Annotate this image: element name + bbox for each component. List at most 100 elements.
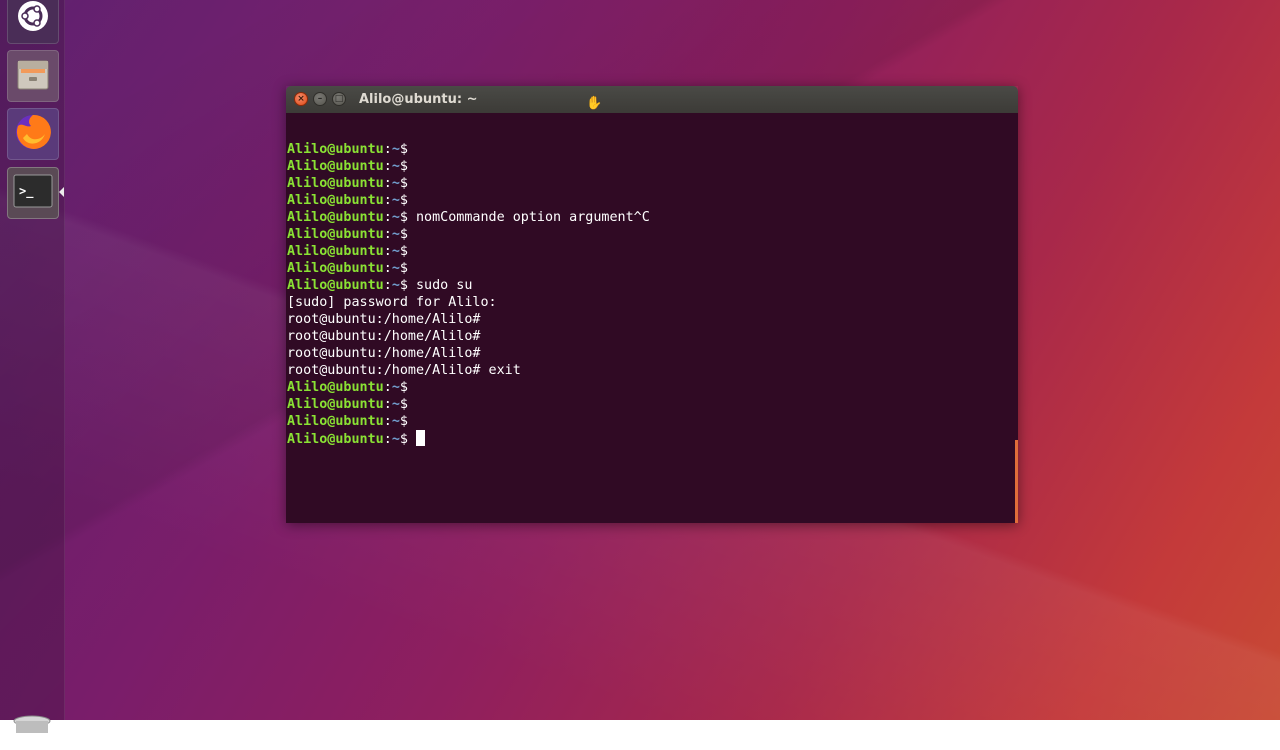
terminal-line: Alilo@ubuntu:~$	[287, 413, 650, 430]
mouse-grab-cursor-icon: ✋	[586, 96, 603, 111]
prompt-path: ~	[391, 397, 400, 412]
prompt-colon: :	[383, 261, 392, 276]
prompt-path: ~	[391, 176, 400, 191]
prompt-user-host: Alilo@ubuntu	[287, 278, 384, 293]
prompt-colon: :	[383, 227, 392, 242]
terminal-line: Alilo@ubuntu:~$	[287, 430, 650, 447]
scroll-indicator[interactable]	[1015, 440, 1018, 523]
terminal-icon: >_	[13, 173, 53, 213]
prompt-dollar: $	[399, 142, 408, 157]
prompt-dollar: $	[399, 210, 408, 225]
prompt-path: ~	[391, 432, 400, 447]
prompt-user-host: Alilo@ubuntu	[287, 380, 384, 395]
window-title: Alilo@ubuntu: ~	[359, 92, 478, 107]
terminal-output[interactable]: Alilo@ubuntu:~$ Alilo@ubuntu:~$ Alilo@ubun…	[286, 113, 1018, 523]
prompt-user-host: Alilo@ubuntu	[287, 142, 384, 157]
prompt-colon: :	[383, 176, 392, 191]
root-prompt: root@ubuntu:/home/Alilo#	[287, 329, 481, 344]
prompt-dollar: $	[399, 261, 408, 276]
prompt-path: ~	[391, 193, 400, 208]
terminal-line: Alilo@ubuntu:~$	[287, 175, 650, 192]
root-prompt: root@ubuntu:/home/Alilo#	[287, 346, 481, 361]
terminal-line: Alilo@ubuntu:~$ nomCommande option argum…	[287, 209, 650, 226]
terminal-line: Alilo@ubuntu:~$	[287, 260, 650, 277]
svg-text:>_: >_	[19, 184, 34, 199]
text-cursor[interactable]	[416, 430, 425, 446]
minimize-icon: –	[317, 94, 323, 104]
prompt-user-host: Alilo@ubuntu	[287, 244, 384, 259]
terminal-line: Alilo@ubuntu:~$	[287, 158, 650, 175]
prompt-user-host: Alilo@ubuntu	[287, 159, 384, 174]
terminal-line: [sudo] password for Alilo:	[287, 294, 650, 311]
prompt-user-host: Alilo@ubuntu	[287, 397, 384, 412]
prompt-path: ~	[391, 244, 400, 259]
terminal-line: Alilo@ubuntu:~$ sudo su	[287, 277, 650, 294]
prompt-path: ~	[391, 159, 400, 174]
prompt-dollar: $	[399, 380, 408, 395]
prompt-dollar: $	[399, 193, 408, 208]
prompt-colon: :	[383, 397, 392, 412]
prompt-path: ~	[391, 227, 400, 242]
prompt-path: ~	[391, 261, 400, 276]
terminal-line: Alilo@ubuntu:~$	[287, 379, 650, 396]
trash-button[interactable]	[7, 700, 57, 750]
prompt-user-host: Alilo@ubuntu	[287, 210, 384, 225]
prompt-path: ~	[391, 210, 400, 225]
firefox-icon	[13, 112, 53, 156]
minimize-button[interactable]: –	[313, 92, 327, 106]
prompt-user-host: Alilo@ubuntu	[287, 414, 384, 429]
terminal-lines: Alilo@ubuntu:~$ Alilo@ubuntu:~$ Alilo@ubun…	[287, 141, 650, 447]
prompt-path: ~	[391, 414, 400, 429]
prompt-path: ~	[391, 278, 400, 293]
prompt-user-host: Alilo@ubuntu	[287, 176, 384, 191]
command-text	[408, 432, 416, 447]
prompt-colon: :	[383, 380, 392, 395]
terminal-line: root@ubuntu:/home/Alilo#	[287, 328, 650, 345]
root-prompt: root@ubuntu:/home/Alilo#	[287, 312, 481, 327]
prompt-path: ~	[391, 380, 400, 395]
prompt-colon: :	[383, 278, 392, 293]
command-text: exit	[480, 363, 521, 378]
prompt-colon: :	[383, 210, 392, 225]
prompt-colon: :	[383, 432, 392, 447]
command-text: sudo su	[407, 278, 473, 293]
close-icon: ×	[297, 94, 305, 104]
ubuntu-dash-icon	[16, 0, 50, 37]
files-button[interactable]	[7, 50, 59, 102]
prompt-user-host: Alilo@ubuntu	[287, 432, 384, 447]
command-text: nomCommande option argument^C	[407, 210, 650, 225]
terminal-line: Alilo@ubuntu:~$	[287, 192, 650, 209]
files-icon	[14, 55, 52, 97]
prompt-dollar: $	[399, 227, 408, 242]
terminal-button[interactable]: >_	[7, 167, 59, 219]
prompt-dollar: $	[399, 414, 408, 429]
window-titlebar[interactable]: × – □ Alilo@ubuntu: ~ ✋	[286, 86, 1018, 113]
prompt-dollar: $	[399, 176, 408, 191]
ubuntu-dash-button[interactable]	[7, 0, 59, 44]
prompt-dollar: $	[399, 244, 408, 259]
prompt-path: ~	[391, 142, 400, 157]
prompt-dollar: $	[399, 432, 408, 447]
prompt-dollar: $	[399, 159, 408, 174]
firefox-button[interactable]	[7, 108, 59, 160]
maximize-button[interactable]: □	[332, 92, 346, 106]
trash-icon	[12, 713, 52, 737]
prompt-colon: :	[383, 244, 392, 259]
terminal-window[interactable]: × – □ Alilo@ubuntu: ~ ✋ Alilo@ubuntu:~$ A…	[286, 86, 1018, 523]
launcher: >_	[0, 0, 65, 733]
close-button[interactable]: ×	[294, 92, 308, 106]
prompt-colon: :	[383, 142, 392, 157]
terminal-line: Alilo@ubuntu:~$	[287, 226, 650, 243]
output-text: [sudo] password for Alilo:	[287, 295, 497, 310]
terminal-line: root@ubuntu:/home/Alilo#	[287, 311, 650, 328]
terminal-line: root@ubuntu:/home/Alilo#	[287, 345, 650, 362]
prompt-user-host: Alilo@ubuntu	[287, 227, 384, 242]
prompt-user-host: Alilo@ubuntu	[287, 261, 384, 276]
prompt-colon: :	[383, 414, 392, 429]
prompt-user-host: Alilo@ubuntu	[287, 193, 384, 208]
prompt-dollar: $	[399, 278, 408, 293]
terminal-line: Alilo@ubuntu:~$	[287, 141, 650, 158]
prompt-dollar: $	[399, 397, 408, 412]
terminal-line: Alilo@ubuntu:~$	[287, 396, 650, 413]
terminal-line: Alilo@ubuntu:~$	[287, 243, 650, 260]
